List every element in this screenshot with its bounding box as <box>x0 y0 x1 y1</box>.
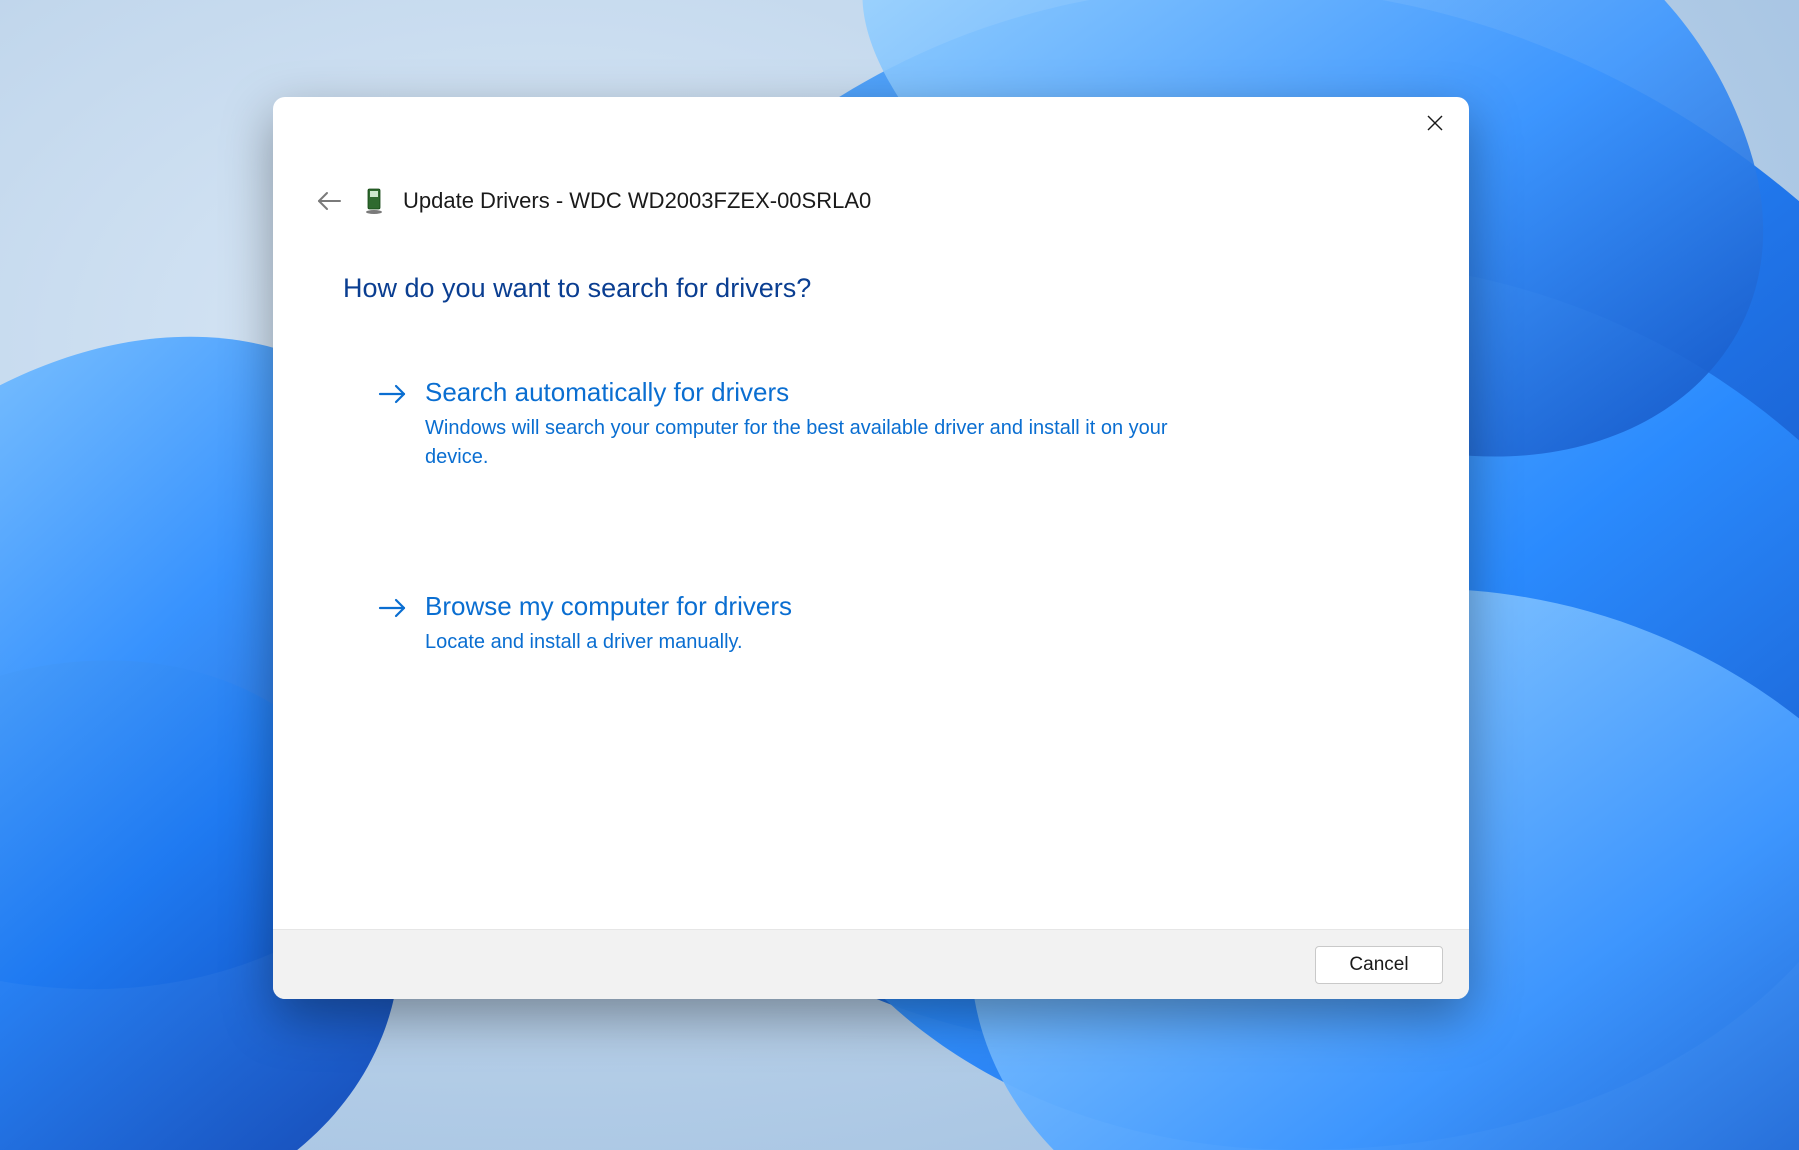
update-drivers-dialog: Update Drivers - WDC WD2003FZEX-00SRLA0 … <box>273 97 1469 999</box>
option-description: Windows will search your computer for th… <box>425 414 1215 472</box>
heading: How do you want to search for drivers? <box>343 273 1399 304</box>
cancel-button[interactable]: Cancel <box>1315 946 1443 984</box>
close-button[interactable] <box>1407 103 1463 143</box>
option-title: Browse my computer for drivers <box>425 590 1257 624</box>
arrow-left-icon <box>316 191 342 211</box>
device-icon <box>363 187 385 215</box>
dialog-footer: Cancel <box>273 929 1469 999</box>
arrow-right-icon <box>377 592 409 624</box>
option-title: Search automatically for drivers <box>425 376 1257 410</box>
back-button[interactable] <box>313 185 345 217</box>
option-browse-computer[interactable]: Browse my computer for drivers Locate an… <box>377 590 1257 657</box>
option-search-automatically[interactable]: Search automatically for drivers Windows… <box>377 376 1257 472</box>
window-title: Update Drivers - WDC WD2003FZEX-00SRLA0 <box>403 188 871 214</box>
titlebar <box>273 97 1469 153</box>
close-icon <box>1427 115 1443 131</box>
dialog-header: Update Drivers - WDC WD2003FZEX-00SRLA0 <box>273 179 1469 217</box>
dialog-content: How do you want to search for drivers? S… <box>273 217 1469 929</box>
option-description: Locate and install a driver manually. <box>425 628 1215 657</box>
arrow-right-icon <box>377 378 409 410</box>
